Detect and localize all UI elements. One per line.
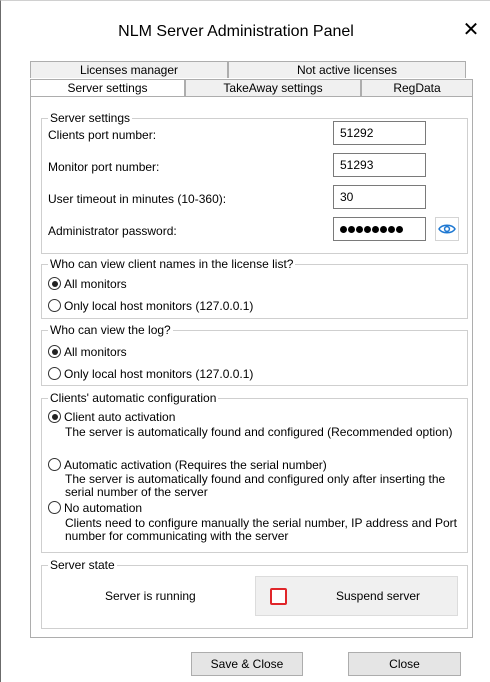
close-icon[interactable]: ✕ [460, 19, 482, 41]
dialog-window: NLM Server Administration Panel ✕ Licens… [0, 0, 490, 682]
opt3-description-line2: number for communicating with the server [65, 529, 289, 543]
save-close-button[interactable]: Save & Close [191, 652, 303, 676]
stop-icon [270, 588, 287, 605]
view-names-local-radio[interactable]: Only local host monitors (127.0.0.1) [48, 299, 253, 313]
close-button[interactable]: Close [348, 652, 461, 676]
monitor-port-label: Monitor port number: [48, 160, 160, 174]
show-password-button[interactable] [435, 217, 459, 241]
opt2-description-line2: serial number of the server [65, 485, 208, 499]
auto-config-opt1-radio[interactable]: Client auto activation [48, 410, 175, 424]
tab-not-active-licenses[interactable]: Not active licenses [228, 61, 466, 78]
radio-label: No automation [64, 501, 143, 515]
group-legend: Clients' automatic configuration [48, 391, 219, 405]
radio-icon [48, 501, 61, 514]
radio-label: Client auto activation [64, 410, 176, 424]
group-legend: Server state [48, 558, 117, 572]
radio-label: Automatic activation (Requires the seria… [64, 458, 327, 472]
tab-server-settings[interactable]: Server settings [30, 79, 185, 97]
opt1-description: The server is automatically found and co… [65, 425, 453, 439]
view-log-local-radio[interactable]: Only local host monitors (127.0.0.1) [48, 367, 253, 381]
timeout-input[interactable]: 30 [333, 185, 426, 209]
radio-icon [48, 367, 61, 380]
tab-row-top: Licenses manager Not active licenses [30, 61, 466, 78]
clients-port-input[interactable]: 51292 [333, 121, 426, 145]
view-log-all-radio[interactable]: All monitors [48, 345, 127, 359]
server-status-text: Server is running [105, 589, 196, 603]
auto-config-opt3-radio[interactable]: No automation [48, 501, 142, 515]
radio-label: Only local host monitors (127.0.0.1) [64, 367, 254, 381]
tab-licenses-manager[interactable]: Licenses manager [30, 61, 228, 78]
radio-selected-icon [48, 410, 61, 423]
radio-icon [48, 299, 61, 312]
radio-selected-icon [48, 345, 61, 358]
password-mask [340, 225, 403, 233]
radio-icon [48, 458, 61, 471]
tab-row-bottom: Server settings TakeAway settings RegDat… [30, 79, 473, 97]
radio-label: All monitors [64, 345, 127, 359]
radio-label: Only local host monitors (127.0.0.1) [64, 299, 254, 313]
window-title: NLM Server Administration Panel [118, 23, 354, 40]
radio-label: All monitors [64, 277, 127, 291]
suspend-server-button[interactable]: Suspend server [255, 576, 458, 616]
monitor-port-input[interactable]: 51293 [333, 153, 426, 177]
group-legend: Server settings [48, 111, 133, 125]
clients-port-label: Clients port number: [48, 128, 157, 142]
tab-regdata[interactable]: RegData [361, 79, 473, 96]
view-names-all-radio[interactable]: All monitors [48, 277, 127, 291]
eye-icon [438, 224, 456, 234]
tab-takeaway-settings[interactable]: TakeAway settings [185, 79, 361, 96]
suspend-server-label: Suspend server [336, 589, 421, 603]
auto-config-opt2-radio[interactable]: Automatic activation (Requires the seria… [48, 458, 327, 472]
password-field[interactable] [333, 217, 426, 241]
timeout-label: User timeout in minutes (10-360): [48, 192, 227, 206]
radio-selected-icon [48, 277, 61, 290]
group-legend: Who can view client names in the license… [48, 257, 296, 271]
password-label: Administrator password: [48, 224, 177, 238]
group-legend: Who can view the log? [48, 323, 173, 337]
